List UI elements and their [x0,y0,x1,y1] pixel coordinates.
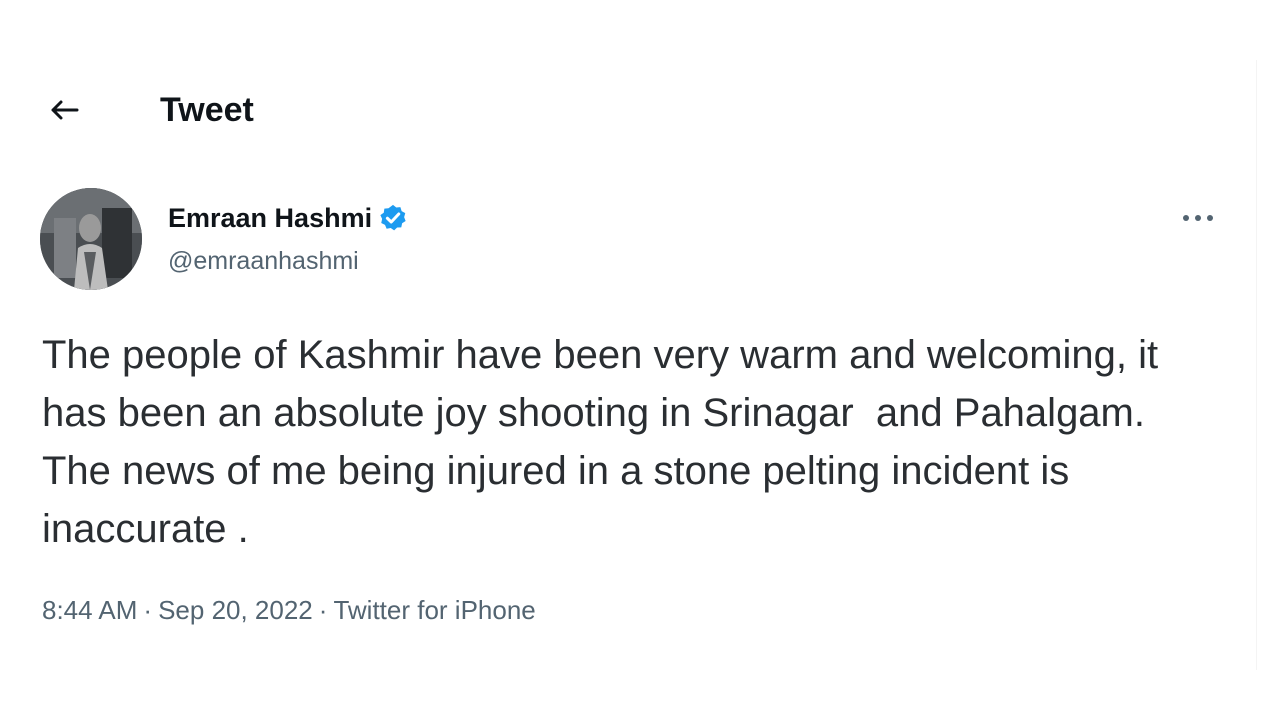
verified-badge-icon [380,204,406,231]
tweet-meta: 8:44 AM · Sep 20, 2022 · Twitter for iPh… [42,590,536,630]
display-name[interactable]: Emraan Hashmi [168,202,372,234]
arrow-left-icon [51,100,79,120]
back-button[interactable] [46,94,82,126]
display-name-row: Emraan Hashmi [168,202,408,234]
top-header: Tweet [0,80,1280,140]
tweet-source[interactable]: Twitter for iPhone [333,590,535,630]
more-options-button[interactable] [1176,206,1220,230]
meta-separator: · [143,595,153,625]
tweet-author: Emraan Hashmi @emraanhashmi [40,188,1240,292]
tweet-text: The people of Kashmir have been very war… [42,333,1170,551]
meta-separator: · [318,595,328,625]
divider [1256,60,1257,670]
page-title: Tweet [160,91,254,129]
avatar-photo [40,188,142,290]
tweet-time[interactable]: 8:44 AM [42,590,137,630]
avatar[interactable] [40,188,142,290]
more-horizontal-icon [1183,215,1213,221]
tweet-date[interactable]: Sep 20, 2022 [158,590,313,630]
user-handle[interactable]: @emraanhashmi [168,246,359,276]
